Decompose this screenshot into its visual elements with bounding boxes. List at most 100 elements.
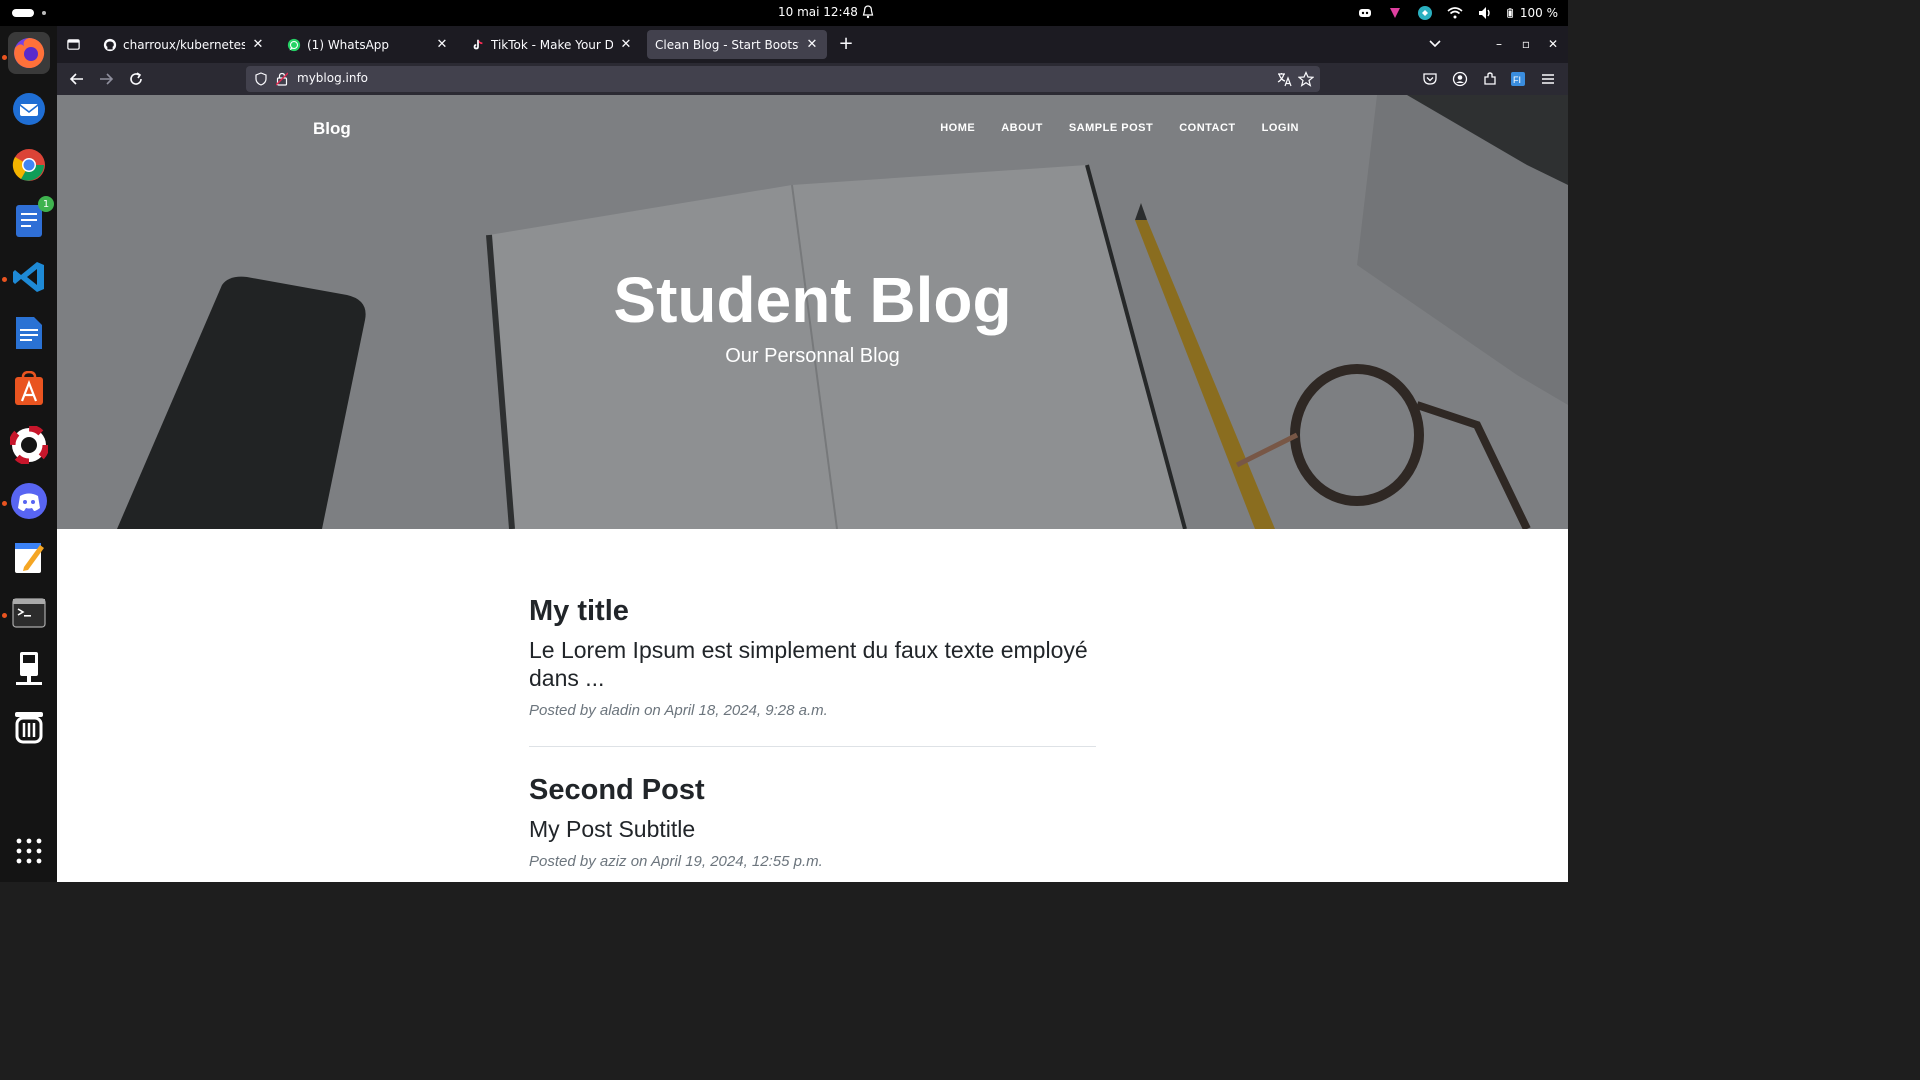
notes-icon bbox=[15, 543, 44, 573]
dock-firefox[interactable] bbox=[8, 32, 50, 74]
extensions-icon[interactable] bbox=[1482, 71, 1498, 87]
app-grid-icon bbox=[16, 838, 42, 864]
tab-whatsapp[interactable]: (1) WhatsApp ✕ bbox=[279, 30, 457, 59]
notification-badge: 1 bbox=[38, 196, 54, 212]
dock-writer[interactable] bbox=[8, 312, 50, 354]
firefox-view-icon[interactable] bbox=[66, 37, 81, 52]
tab-close-icon[interactable]: ✕ bbox=[619, 37, 633, 52]
post-title[interactable]: My title bbox=[529, 595, 1096, 628]
site-nav-links: HOME ABOUT SAMPLE POST CONTACT LOGIN bbox=[940, 122, 1299, 134]
dock-notes[interactable] bbox=[8, 536, 50, 578]
dock-text-editor[interactable]: 1 bbox=[8, 196, 54, 242]
system-top-bar: 10 mai 12:48 100 % bbox=[0, 0, 1568, 26]
activities-indicator[interactable] bbox=[12, 9, 46, 17]
libreoffice-writer-icon bbox=[16, 317, 42, 349]
dock-discord[interactable] bbox=[8, 480, 50, 522]
nav-contact[interactable]: CONTACT bbox=[1179, 122, 1235, 134]
nav-login[interactable]: LOGIN bbox=[1262, 122, 1299, 134]
url-text[interactable]: myblog.info bbox=[297, 71, 368, 85]
trash-icon bbox=[15, 712, 43, 744]
tab-close-icon[interactable]: ✕ bbox=[435, 37, 449, 52]
post-list: My title Le Lorem Ipsum est simplement d… bbox=[529, 595, 1096, 870]
dock-thunderbird[interactable] bbox=[8, 88, 50, 130]
site-brand[interactable]: Blog bbox=[313, 119, 351, 139]
post-subtitle[interactable]: Le Lorem Ipsum est simplement du faux te… bbox=[529, 636, 1096, 692]
dock-chrome[interactable] bbox=[8, 144, 50, 186]
battery-icon[interactable] bbox=[1507, 5, 1517, 21]
post-preview[interactable]: My title Le Lorem Ipsum est simplement d… bbox=[529, 595, 1096, 719]
navigation-toolbar: myblog.info FI bbox=[57, 63, 1568, 95]
vscode-icon bbox=[13, 262, 44, 292]
post-divider bbox=[529, 746, 1096, 747]
thunderbird-icon bbox=[13, 93, 45, 125]
minimize-button[interactable]: – bbox=[1491, 36, 1507, 52]
notification-bell-icon[interactable] bbox=[862, 5, 874, 19]
tab-close-icon[interactable]: ✕ bbox=[251, 37, 265, 52]
remote-desktop-icon bbox=[16, 652, 42, 685]
help-icon bbox=[10, 426, 48, 464]
post-preview[interactable]: Second Post My Post Subtitle Posted by a… bbox=[529, 774, 1096, 870]
app-center-icon bbox=[15, 371, 43, 405]
discord-tray-icon[interactable] bbox=[1357, 5, 1373, 21]
post-title[interactable]: Second Post bbox=[529, 774, 1096, 807]
chevron-down-icon[interactable] bbox=[1427, 36, 1443, 52]
tracking-shield-icon[interactable] bbox=[254, 72, 268, 86]
firefox-icon bbox=[14, 37, 45, 68]
dock-trash[interactable] bbox=[8, 704, 50, 746]
pocket-icon[interactable] bbox=[1422, 71, 1438, 87]
page-subtitle: Our Personnal Blog bbox=[725, 345, 900, 367]
url-bar[interactable]: myblog.info bbox=[246, 66, 1320, 92]
web-page: Blog HOME ABOUT SAMPLE POST CONTACT LOGI… bbox=[57, 95, 1568, 882]
insecure-lock-icon[interactable] bbox=[276, 72, 288, 86]
tab-clean-blog[interactable]: Clean Blog - Start Bootstrap ✕ bbox=[647, 30, 827, 59]
tab-label: charroux/kubernetes-minikube bbox=[123, 37, 245, 52]
dock-remote-desktop[interactable] bbox=[8, 648, 50, 690]
account-icon[interactable] bbox=[1452, 71, 1468, 87]
discord-icon bbox=[11, 483, 47, 519]
tab-label: TikTok - Make Your Day bbox=[491, 37, 613, 52]
clock[interactable]: 10 mai 12:48 bbox=[778, 5, 858, 19]
battery-level: 100 % bbox=[1519, 6, 1558, 20]
close-window-button[interactable]: ✕ bbox=[1545, 36, 1561, 52]
extension-fi-icon[interactable]: FI bbox=[1510, 71, 1526, 87]
dock-app-center[interactable] bbox=[8, 368, 50, 410]
tab-label: (1) WhatsApp bbox=[307, 37, 390, 52]
svg-text:FI: FI bbox=[1513, 75, 1521, 85]
new-tab-button[interactable]: + bbox=[836, 34, 856, 54]
tab-strip: charroux/kubernetes-minikube ✕ (1) Whats… bbox=[57, 26, 1568, 63]
nav-about[interactable]: ABOUT bbox=[1001, 122, 1043, 134]
tab-close-icon[interactable]: ✕ bbox=[805, 37, 819, 52]
reload-icon[interactable] bbox=[127, 70, 145, 88]
page-title: Student Blog bbox=[613, 264, 1012, 336]
tiktok-icon bbox=[473, 39, 483, 49]
hero-header: Blog HOME ABOUT SAMPLE POST CONTACT LOGI… bbox=[57, 95, 1568, 529]
github-icon bbox=[103, 38, 117, 51]
dock: 1 bbox=[0, 26, 57, 882]
dock-vscode[interactable] bbox=[8, 256, 50, 298]
nav-sample-post[interactable]: SAMPLE POST bbox=[1069, 122, 1153, 134]
wifi-icon[interactable] bbox=[1447, 5, 1463, 21]
browser-window: charroux/kubernetes-minikube ✕ (1) Whats… bbox=[57, 26, 1568, 882]
terminal-icon bbox=[12, 598, 46, 628]
translate-icon[interactable] bbox=[1276, 71, 1292, 87]
bookmark-star-icon[interactable] bbox=[1298, 71, 1314, 87]
dock-show-apps[interactable] bbox=[8, 830, 50, 872]
back-icon[interactable] bbox=[68, 70, 86, 88]
volume-icon[interactable] bbox=[1477, 5, 1493, 21]
post-subtitle[interactable]: My Post Subtitle bbox=[529, 815, 1096, 843]
sync-tray-icon[interactable] bbox=[1417, 5, 1433, 21]
menu-hamburger-icon[interactable] bbox=[1540, 71, 1556, 87]
post-meta: Posted by aladin on April 18, 2024, 9:28… bbox=[529, 702, 828, 719]
tab-label: Clean Blog - Start Bootstrap bbox=[655, 37, 799, 52]
forward-icon[interactable] bbox=[97, 70, 115, 88]
tab-tiktok[interactable]: TikTok - Make Your Day ✕ bbox=[463, 30, 641, 59]
chrome-icon bbox=[12, 149, 45, 181]
tab-github[interactable]: charroux/kubernetes-minikube ✕ bbox=[95, 30, 273, 59]
dock-help[interactable] bbox=[8, 424, 50, 466]
site-navbar: Blog HOME ABOUT SAMPLE POST CONTACT LOGI… bbox=[57, 95, 1568, 162]
app-tray-icon[interactable] bbox=[1387, 5, 1403, 21]
nav-home[interactable]: HOME bbox=[940, 122, 975, 134]
maximize-button[interactable]: ▫ bbox=[1518, 36, 1534, 52]
post-meta: Posted by aziz on April 19, 2024, 12:55 … bbox=[529, 853, 823, 870]
dock-terminal[interactable] bbox=[8, 592, 50, 634]
